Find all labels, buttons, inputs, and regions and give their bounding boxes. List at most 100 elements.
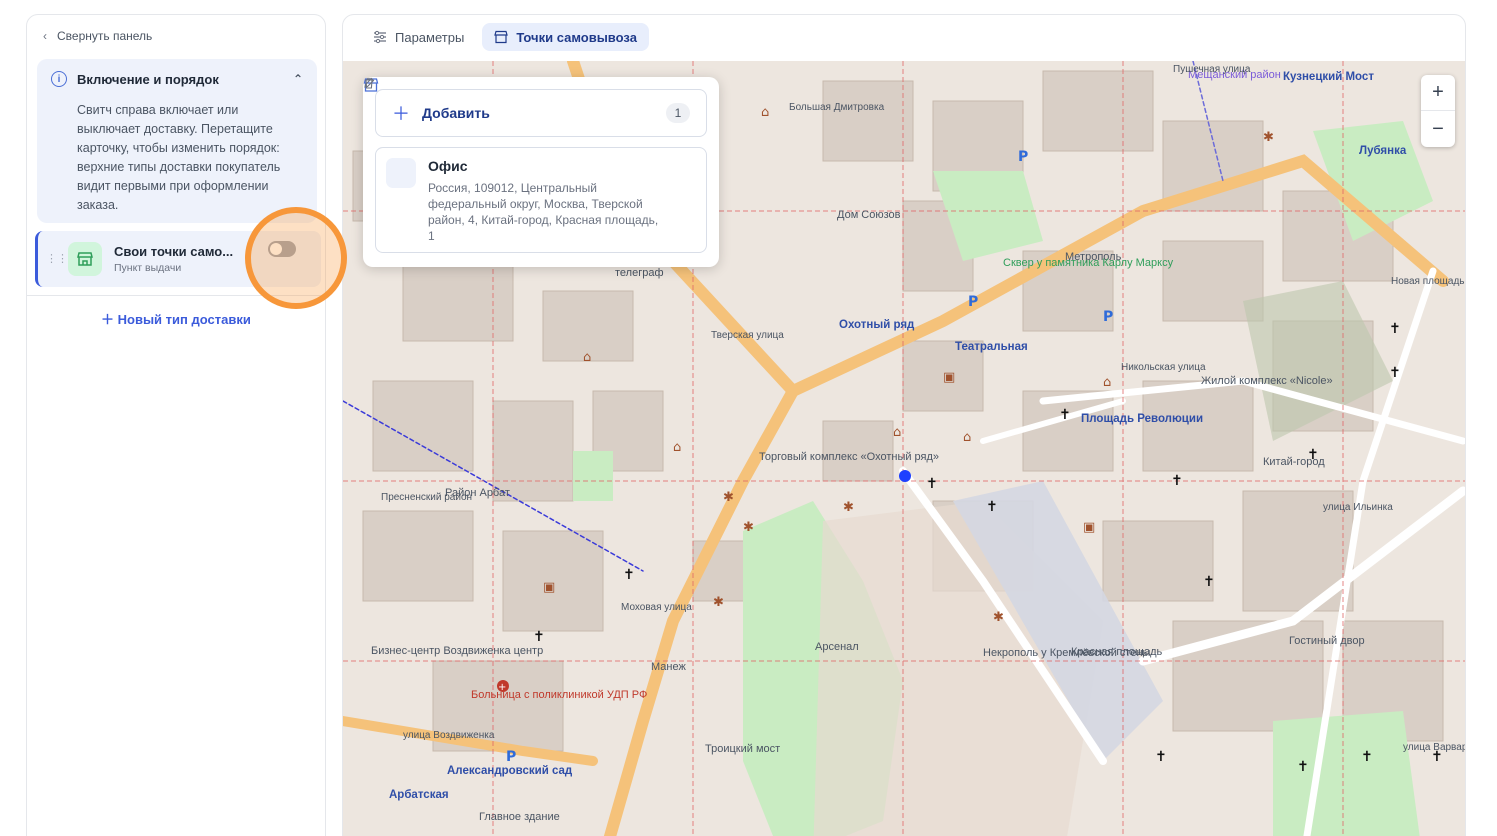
pickup-point-address: Россия, 109012, Центральный федеральный … xyxy=(428,181,659,243)
svg-text:✝: ✝ xyxy=(1059,407,1071,423)
edit-pencil-icon[interactable] xyxy=(364,77,696,196)
map-label-nekropol: Некрополь у Кремлёвской стены xyxy=(983,647,1151,659)
svg-text:✝: ✝ xyxy=(1361,749,1373,765)
svg-text:✱: ✱ xyxy=(843,500,854,515)
svg-text:▣: ▣ xyxy=(543,580,555,595)
plus-icon: ＋ xyxy=(101,312,118,327)
svg-text:✝: ✝ xyxy=(1203,574,1215,590)
plus-icon: ＋ xyxy=(392,104,410,124)
map-label-telegraf: телеграф xyxy=(615,267,664,279)
delivery-enable-toggle[interactable] xyxy=(268,241,296,257)
add-pickup-point-label: Добавить xyxy=(422,105,490,121)
svg-text:▣: ▣ xyxy=(943,370,955,385)
svg-text:✝: ✝ xyxy=(533,629,545,645)
svg-text:✝: ✝ xyxy=(986,499,998,515)
svg-text:✱: ✱ xyxy=(993,610,1004,625)
svg-text:✱: ✱ xyxy=(743,520,754,535)
map-label-pushechnaya: Пушечная улица xyxy=(1173,64,1251,75)
divider xyxy=(27,295,325,296)
sidebar: ‹ Свернуть панель i Включение и порядок … xyxy=(26,14,326,836)
collapse-panel-label: Свернуть панель xyxy=(57,29,153,43)
delivery-type-title: Свои точки само... xyxy=(114,244,234,259)
svg-text:⌂: ⌂ xyxy=(963,430,971,445)
map-label-varvarka: улица Варварка xyxy=(1403,742,1465,753)
delivery-type-subtitle: Пункт выдачи xyxy=(114,262,182,274)
zoom-controls: + − xyxy=(1421,75,1455,147)
map-label-arbatskaya: Арбатская xyxy=(389,789,449,801)
map-label-nikolskaya: Никольская улица xyxy=(1121,362,1206,373)
map-label-teatralnaya: Театральная xyxy=(955,341,1028,353)
svg-text:✝: ✝ xyxy=(1297,759,1309,775)
map-label-kitay-gorod: Китай-город xyxy=(1263,456,1325,468)
store-icon xyxy=(494,30,509,44)
map-label-district-presnensky: Пресненский район xyxy=(381,492,473,503)
pickup-point-card[interactable]: Офис Россия, 109012, Центральный федерал… xyxy=(363,77,707,253)
delete-trash-icon[interactable] xyxy=(365,78,696,222)
map-label-gostiny: Гостиный двор xyxy=(1289,635,1365,647)
delivery-type-card[interactable]: ⋮⋮ Свои точки само... Пункт выдачи xyxy=(35,231,321,287)
svg-text:⌂: ⌂ xyxy=(1103,375,1111,390)
map-label-vozdvizhenka: улица Воздвиженка xyxy=(403,730,495,741)
tab-pickup-points-label: Точки самовывоза xyxy=(516,29,637,45)
svg-text:⌂: ⌂ xyxy=(893,425,901,440)
map-label-alexandrovsky: Александровский сад xyxy=(447,765,573,777)
svg-text:✱: ✱ xyxy=(1263,130,1274,145)
svg-text:✝: ✝ xyxy=(1155,749,1167,765)
map-label-ploshchad: Площадь Революции xyxy=(1081,413,1204,425)
map-label-tverskaya: Тверская улица xyxy=(711,330,784,341)
tab-bar: Параметры Точки самовывоза xyxy=(361,23,649,51)
svg-text:✝: ✝ xyxy=(926,476,938,492)
pickup-points-panel: ＋ Добавить 1 Офис Россия, 109012, Центра… xyxy=(363,77,719,267)
svg-text:P: P xyxy=(506,749,516,765)
svg-text:▣: ▣ xyxy=(1083,520,1095,535)
chevron-left-icon: ‹ xyxy=(43,29,47,43)
svg-text:⌂: ⌂ xyxy=(583,350,591,365)
new-delivery-type-label: Новый тип доставки xyxy=(117,312,251,327)
map-label-novaya-ploshchad: Новая площадь xyxy=(1391,276,1465,287)
add-pickup-point-button[interactable]: ＋ Добавить 1 xyxy=(375,89,707,137)
info-text: Свитч справа включает или выключает дост… xyxy=(77,103,281,212)
chevron-up-icon[interactable]: ⌃ xyxy=(293,72,303,86)
map-label-kuznetsky: Кузнецкий Мост xyxy=(1283,71,1374,83)
map-label-ilyinka: улица Ильинка xyxy=(1323,502,1393,513)
map-label-mokhovaya: Моховая улица xyxy=(621,602,692,613)
svg-text:✝: ✝ xyxy=(1389,365,1401,381)
map-label-bolshaya-dmitrovka: Большая Дмитровка xyxy=(789,102,885,113)
pickup-point-title: Офис xyxy=(428,158,468,174)
svg-text:P: P xyxy=(1018,149,1028,165)
zoom-in-button[interactable]: + xyxy=(1421,75,1455,111)
map-label-torgovy: Торговый комплекс «Охотный ряд» xyxy=(759,451,940,463)
collapse-panel-button[interactable]: ‹ Свернуть панель xyxy=(43,29,152,43)
svg-text:✝: ✝ xyxy=(623,567,635,583)
app-root: ‹ Свернуть панель i Включение и порядок … xyxy=(0,0,1497,836)
map-label-hospital: Больница с поликлиникой УДП РФ xyxy=(471,689,648,701)
pickup-points-count-badge: 1 xyxy=(666,103,690,123)
tab-parameters[interactable]: Параметры xyxy=(361,23,476,51)
new-delivery-type-button[interactable]: ＋ Новый тип доставки xyxy=(101,309,251,328)
map-label-dom-soyuzov: Дом Союзов xyxy=(837,209,901,221)
svg-text:⌂: ⌂ xyxy=(761,105,769,120)
tab-parameters-label: Параметры xyxy=(395,29,465,45)
map-label-okhotny: Охотный ряд xyxy=(839,319,915,331)
map-label-troitsky: Троицкий мост xyxy=(705,743,781,755)
map-label-arsenal: Арсенал xyxy=(815,641,859,653)
svg-text:✝: ✝ xyxy=(1389,321,1401,337)
svg-text:✝: ✝ xyxy=(1171,473,1183,489)
svg-text:⌂: ⌂ xyxy=(673,440,681,455)
sliders-icon xyxy=(374,30,386,44)
tab-pickup-points[interactable]: Точки самовывоза xyxy=(482,23,649,51)
info-title: Включение и порядок xyxy=(77,71,219,87)
map-label-lubyanka: Лубянка xyxy=(1359,145,1407,157)
map-label-manezh: Манеж xyxy=(651,661,686,673)
map-label-skver: Сквер у памятника Карлу Марксу xyxy=(1003,257,1174,269)
svg-text:P: P xyxy=(968,294,978,310)
map[interactable]: ⌂ ⌂ ⌂ ⌂ ⌂ ⌂ ▣ ▣ ▣ ✱ ✱ ✱ ✱ ✱ ✱ ✝ ✝ ✝ ✝ ✝ ✝ ✝ ✝ ✝ ✝ ✝ ✝ ✝ ✝ P… xyxy=(343,61,1465,836)
store-icon xyxy=(363,78,416,188)
svg-text:✱: ✱ xyxy=(713,595,724,610)
store-icon xyxy=(68,242,102,276)
zoom-out-button[interactable]: − xyxy=(1421,111,1455,147)
map-label-business: Бизнес-центр Воздвиженка центр xyxy=(371,645,544,657)
drag-handle-icon[interactable]: ⋮⋮ xyxy=(46,254,68,265)
map-label-nicole: Жилой комплекс «Nicole» xyxy=(1201,375,1333,387)
info-header[interactable]: i Включение и порядок ⌃ xyxy=(51,71,303,87)
